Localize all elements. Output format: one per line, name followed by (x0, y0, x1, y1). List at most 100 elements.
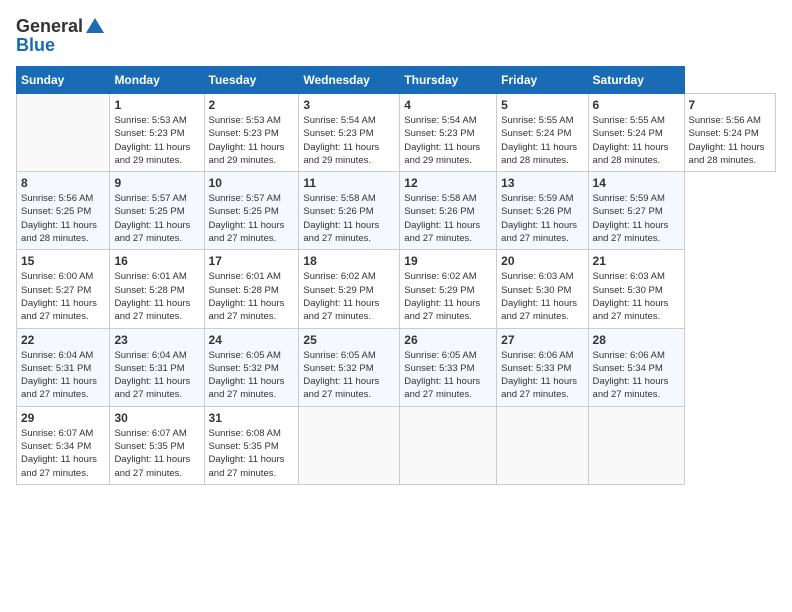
day-number: 15 (21, 254, 105, 268)
calendar-cell: 2 Sunrise: 5:53 AM Sunset: 5:23 PM Dayli… (204, 94, 299, 172)
calendar-cell: 25 Sunrise: 6:05 AM Sunset: 5:32 PM Dayl… (299, 328, 400, 406)
calendar-cell: 26 Sunrise: 6:05 AM Sunset: 5:33 PM Dayl… (400, 328, 497, 406)
day-info: Sunrise: 6:06 AM Sunset: 5:33 PM Dayligh… (501, 349, 583, 402)
calendar-week-row: 29 Sunrise: 6:07 AM Sunset: 5:34 PM Dayl… (17, 406, 776, 484)
day-info: Sunrise: 6:03 AM Sunset: 5:30 PM Dayligh… (501, 270, 583, 323)
calendar-week-row: 15 Sunrise: 6:00 AM Sunset: 5:27 PM Dayl… (17, 250, 776, 328)
day-number: 20 (501, 254, 583, 268)
day-number: 18 (303, 254, 395, 268)
day-number: 4 (404, 98, 492, 112)
day-number: 2 (209, 98, 295, 112)
day-info: Sunrise: 6:08 AM Sunset: 5:35 PM Dayligh… (209, 427, 295, 480)
calendar-header-row: SundayMondayTuesdayWednesdayThursdayFrid… (17, 67, 776, 94)
calendar-cell: 10 Sunrise: 5:57 AM Sunset: 5:25 PM Dayl… (204, 172, 299, 250)
logo-blue: Blue (16, 35, 55, 56)
day-info: Sunrise: 5:54 AM Sunset: 5:23 PM Dayligh… (404, 114, 492, 167)
day-number: 25 (303, 333, 395, 347)
calendar-cell: 19 Sunrise: 6:02 AM Sunset: 5:29 PM Dayl… (400, 250, 497, 328)
day-number: 19 (404, 254, 492, 268)
calendar-cell: 20 Sunrise: 6:03 AM Sunset: 5:30 PM Dayl… (497, 250, 588, 328)
calendar-cell: 11 Sunrise: 5:58 AM Sunset: 5:26 PM Dayl… (299, 172, 400, 250)
calendar-cell: 4 Sunrise: 5:54 AM Sunset: 5:23 PM Dayli… (400, 94, 497, 172)
day-info: Sunrise: 6:02 AM Sunset: 5:29 PM Dayligh… (303, 270, 395, 323)
day-info: Sunrise: 6:04 AM Sunset: 5:31 PM Dayligh… (114, 349, 199, 402)
calendar-cell: 12 Sunrise: 5:58 AM Sunset: 5:26 PM Dayl… (400, 172, 497, 250)
day-info: Sunrise: 6:05 AM Sunset: 5:32 PM Dayligh… (303, 349, 395, 402)
day-number: 27 (501, 333, 583, 347)
calendar-cell: 16 Sunrise: 6:01 AM Sunset: 5:28 PM Dayl… (110, 250, 204, 328)
logo: General Blue (16, 16, 104, 56)
day-info: Sunrise: 5:56 AM Sunset: 5:24 PM Dayligh… (689, 114, 771, 167)
day-number: 3 (303, 98, 395, 112)
day-info: Sunrise: 6:06 AM Sunset: 5:34 PM Dayligh… (593, 349, 680, 402)
calendar-cell: 27 Sunrise: 6:06 AM Sunset: 5:33 PM Dayl… (497, 328, 588, 406)
calendar-cell: 18 Sunrise: 6:02 AM Sunset: 5:29 PM Dayl… (299, 250, 400, 328)
logo-triangle-icon (86, 18, 104, 33)
calendar-cell (400, 406, 497, 484)
day-info: Sunrise: 6:04 AM Sunset: 5:31 PM Dayligh… (21, 349, 105, 402)
calendar-cell: 31 Sunrise: 6:08 AM Sunset: 5:35 PM Dayl… (204, 406, 299, 484)
calendar-cell: 6 Sunrise: 5:55 AM Sunset: 5:24 PM Dayli… (588, 94, 684, 172)
calendar-cell: 30 Sunrise: 6:07 AM Sunset: 5:35 PM Dayl… (110, 406, 204, 484)
day-info: Sunrise: 5:53 AM Sunset: 5:23 PM Dayligh… (114, 114, 199, 167)
day-info: Sunrise: 6:01 AM Sunset: 5:28 PM Dayligh… (209, 270, 295, 323)
day-info: Sunrise: 5:55 AM Sunset: 5:24 PM Dayligh… (593, 114, 680, 167)
calendar-cell: 23 Sunrise: 6:04 AM Sunset: 5:31 PM Dayl… (110, 328, 204, 406)
calendar-cell: 28 Sunrise: 6:06 AM Sunset: 5:34 PM Dayl… (588, 328, 684, 406)
day-number: 7 (689, 98, 771, 112)
calendar-cell: 5 Sunrise: 5:55 AM Sunset: 5:24 PM Dayli… (497, 94, 588, 172)
day-of-week-header: Sunday (17, 67, 110, 94)
day-info: Sunrise: 5:54 AM Sunset: 5:23 PM Dayligh… (303, 114, 395, 167)
day-info: Sunrise: 5:53 AM Sunset: 5:23 PM Dayligh… (209, 114, 295, 167)
day-number: 28 (593, 333, 680, 347)
calendar-week-row: 22 Sunrise: 6:04 AM Sunset: 5:31 PM Dayl… (17, 328, 776, 406)
day-number: 6 (593, 98, 680, 112)
day-info: Sunrise: 5:59 AM Sunset: 5:26 PM Dayligh… (501, 192, 583, 245)
calendar-cell: 15 Sunrise: 6:00 AM Sunset: 5:27 PM Dayl… (17, 250, 110, 328)
calendar-cell: 1 Sunrise: 5:53 AM Sunset: 5:23 PM Dayli… (110, 94, 204, 172)
day-of-week-header: Saturday (588, 67, 684, 94)
calendar-cell: 3 Sunrise: 5:54 AM Sunset: 5:23 PM Dayli… (299, 94, 400, 172)
calendar-table: SundayMondayTuesdayWednesdayThursdayFrid… (16, 66, 776, 485)
day-info: Sunrise: 6:01 AM Sunset: 5:28 PM Dayligh… (114, 270, 199, 323)
day-info: Sunrise: 6:05 AM Sunset: 5:32 PM Dayligh… (209, 349, 295, 402)
day-info: Sunrise: 5:59 AM Sunset: 5:27 PM Dayligh… (593, 192, 680, 245)
day-info: Sunrise: 6:07 AM Sunset: 5:35 PM Dayligh… (114, 427, 199, 480)
day-info: Sunrise: 6:05 AM Sunset: 5:33 PM Dayligh… (404, 349, 492, 402)
calendar-cell: 24 Sunrise: 6:05 AM Sunset: 5:32 PM Dayl… (204, 328, 299, 406)
day-of-week-header: Friday (497, 67, 588, 94)
calendar-cell: 29 Sunrise: 6:07 AM Sunset: 5:34 PM Dayl… (17, 406, 110, 484)
calendar-cell: 7 Sunrise: 5:56 AM Sunset: 5:24 PM Dayli… (684, 94, 775, 172)
day-of-week-header: Tuesday (204, 67, 299, 94)
day-number: 10 (209, 176, 295, 190)
day-number: 31 (209, 411, 295, 425)
calendar-cell: 21 Sunrise: 6:03 AM Sunset: 5:30 PM Dayl… (588, 250, 684, 328)
calendar-cell: 8 Sunrise: 5:56 AM Sunset: 5:25 PM Dayli… (17, 172, 110, 250)
day-info: Sunrise: 6:07 AM Sunset: 5:34 PM Dayligh… (21, 427, 105, 480)
day-number: 17 (209, 254, 295, 268)
day-info: Sunrise: 5:58 AM Sunset: 5:26 PM Dayligh… (303, 192, 395, 245)
day-of-week-header: Monday (110, 67, 204, 94)
day-number: 5 (501, 98, 583, 112)
calendar-cell: 14 Sunrise: 5:59 AM Sunset: 5:27 PM Dayl… (588, 172, 684, 250)
day-number: 22 (21, 333, 105, 347)
day-number: 24 (209, 333, 295, 347)
day-info: Sunrise: 6:03 AM Sunset: 5:30 PM Dayligh… (593, 270, 680, 323)
day-info: Sunrise: 6:00 AM Sunset: 5:27 PM Dayligh… (21, 270, 105, 323)
day-number: 1 (114, 98, 199, 112)
day-info: Sunrise: 5:57 AM Sunset: 5:25 PM Dayligh… (209, 192, 295, 245)
day-info: Sunrise: 5:58 AM Sunset: 5:26 PM Dayligh… (404, 192, 492, 245)
calendar-week-row: 1 Sunrise: 5:53 AM Sunset: 5:23 PM Dayli… (17, 94, 776, 172)
calendar-cell (588, 406, 684, 484)
day-number: 8 (21, 176, 105, 190)
day-of-week-header: Thursday (400, 67, 497, 94)
page-header: General Blue (16, 16, 776, 56)
day-number: 30 (114, 411, 199, 425)
day-number: 29 (21, 411, 105, 425)
calendar-week-row: 8 Sunrise: 5:56 AM Sunset: 5:25 PM Dayli… (17, 172, 776, 250)
day-number: 21 (593, 254, 680, 268)
day-info: Sunrise: 5:56 AM Sunset: 5:25 PM Dayligh… (21, 192, 105, 245)
day-of-week-header: Wednesday (299, 67, 400, 94)
calendar-cell: 22 Sunrise: 6:04 AM Sunset: 5:31 PM Dayl… (17, 328, 110, 406)
calendar-cell: 9 Sunrise: 5:57 AM Sunset: 5:25 PM Dayli… (110, 172, 204, 250)
